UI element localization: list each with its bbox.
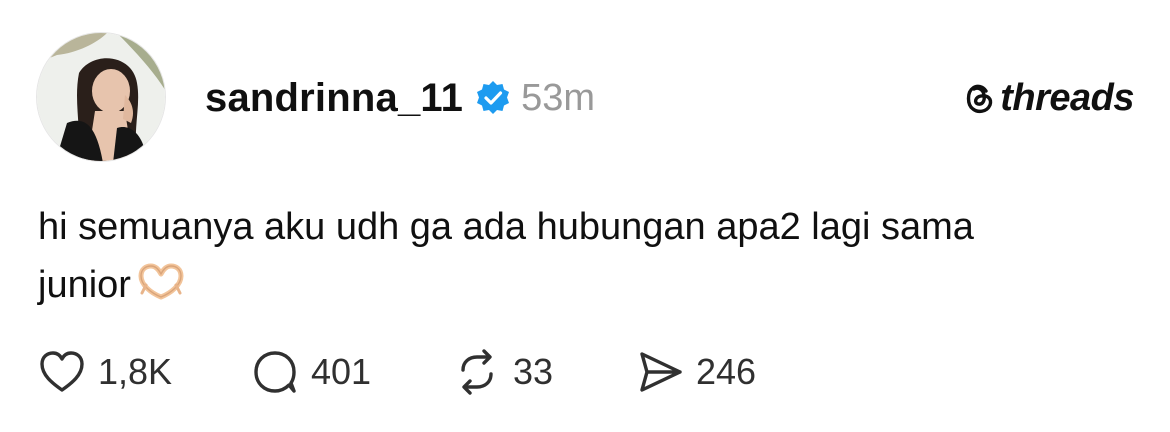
like-button[interactable]: 1,8K xyxy=(38,348,251,396)
share-count: 246 xyxy=(696,351,757,392)
reply-button[interactable]: 401 xyxy=(251,348,453,396)
threads-icon xyxy=(967,84,993,114)
heart-hands-emoji-icon xyxy=(137,262,185,302)
post-actions: 1,8K 401 33 246 xyxy=(38,342,756,402)
repost-count: 33 xyxy=(513,351,554,392)
verified-badge-icon xyxy=(475,80,511,116)
send-icon xyxy=(640,352,682,392)
like-count: 1,8K xyxy=(98,351,173,392)
post-text-line: junior xyxy=(38,256,1138,314)
share-button[interactable]: 246 xyxy=(636,348,756,396)
post-header: sandrinna_11 53m xyxy=(205,70,595,126)
repost-button[interactable]: 33 xyxy=(453,348,636,396)
username[interactable]: sandrinna_11 xyxy=(205,76,463,121)
post-text: hi semuanya aku udh ga ada hubungan apa2… xyxy=(38,198,1138,314)
post-text-word: junior xyxy=(38,264,131,306)
threads-wordmark: threads xyxy=(1000,76,1134,119)
repost-icon xyxy=(461,349,493,395)
threads-logo: threads xyxy=(962,74,1134,122)
heart-icon xyxy=(40,351,84,392)
post-text-line: hi semuanya aku udh ga ada hubungan apa2… xyxy=(38,206,974,248)
comment-icon xyxy=(254,351,296,393)
timestamp: 53m xyxy=(521,76,596,119)
reply-count: 401 xyxy=(311,351,372,392)
avatar[interactable] xyxy=(36,32,166,162)
threads-post: sandrinna_11 53m threads hi semuanya aku… xyxy=(0,0,1170,432)
